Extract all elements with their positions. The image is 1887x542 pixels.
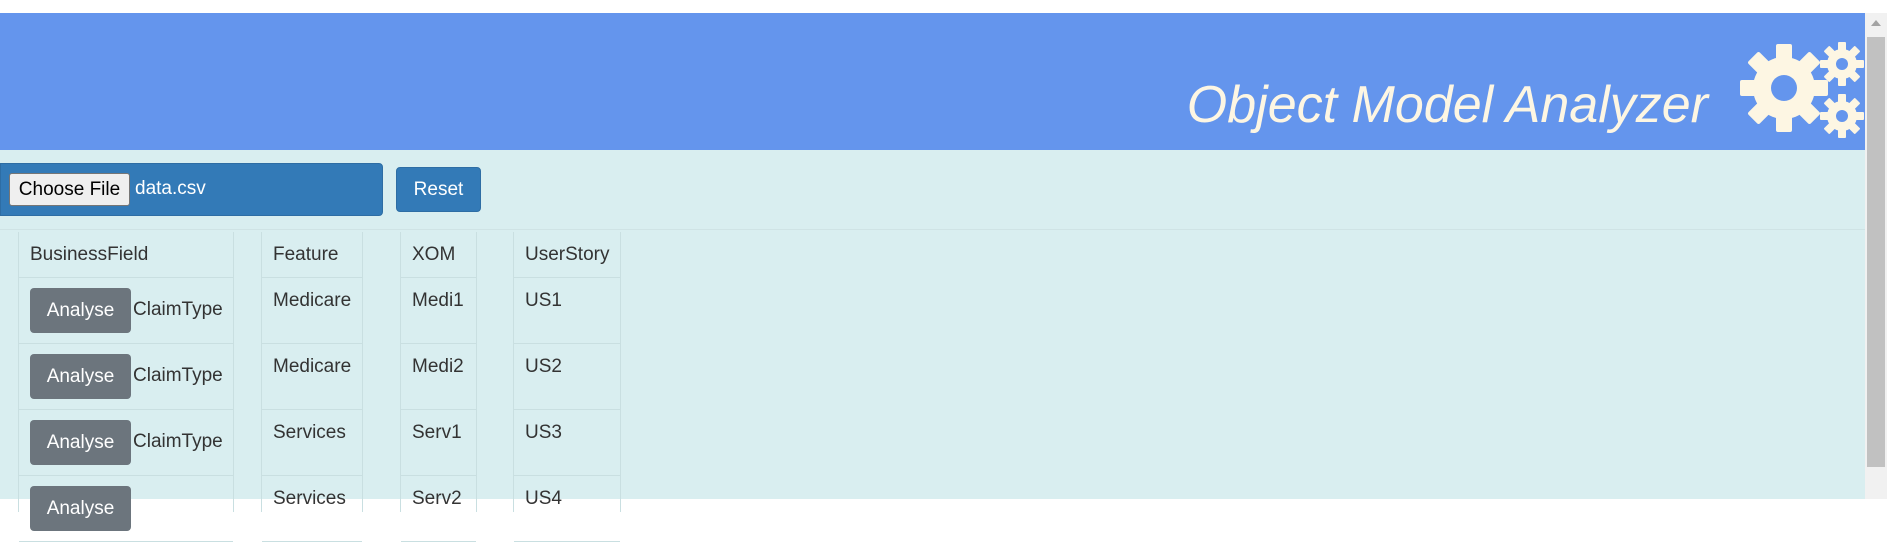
table-cell: Analyse ClaimType (19, 278, 233, 344)
header-banner: Object Model Analyzer (0, 13, 1865, 150)
analyse-button[interactable]: Analyse (30, 354, 131, 399)
divider (0, 229, 1865, 230)
selected-file-name: data.csv (135, 178, 206, 199)
business-field-value: ClaimType (133, 299, 223, 320)
xom-column: XOM Medi1 Medi2 Serv1 Serv2 (400, 232, 477, 542)
user-story-value: US1 (514, 278, 620, 344)
xom-value: Serv1 (401, 410, 476, 476)
page: Object Model Analyzer Choose File data.c… (0, 0, 1865, 542)
scroll-thumb[interactable] (1867, 37, 1885, 467)
business-field-value: ClaimType (133, 365, 223, 386)
vertical-scrollbar[interactable] (1865, 13, 1887, 499)
xom-value: Medi1 (401, 278, 476, 344)
reset-button[interactable]: Reset (396, 167, 481, 212)
choose-file-button[interactable]: Choose File (9, 173, 130, 206)
business-field-column: BusinessField Analyse ClaimType Analyse … (18, 232, 234, 542)
feature-value: Medicare (262, 344, 362, 410)
user-story-column: UserStory US1 US2 US3 US4 (513, 232, 621, 542)
scroll-up-arrow-icon[interactable] (1871, 20, 1881, 26)
gears-icon (1740, 42, 1864, 138)
file-input-group: Choose File data.csv (0, 163, 383, 216)
feature-value: Services (262, 410, 362, 476)
analyse-button[interactable]: Analyse (30, 288, 131, 333)
user-story-value: US4 (514, 476, 620, 542)
user-story-value: US3 (514, 410, 620, 476)
feature-column: Feature Medicare Medicare Services Servi… (261, 232, 363, 542)
table-cell: Analyse ClaimType (19, 410, 233, 476)
app-title: Object Model Analyzer (1186, 76, 1708, 134)
table-cell: Analyse ClaimType (19, 344, 233, 410)
analyse-button[interactable]: Analyse (30, 420, 131, 465)
feature-value: Medicare (262, 278, 362, 344)
column-header-xom: XOM (401, 232, 476, 278)
xom-value: Serv2 (401, 476, 476, 542)
column-header-feature: Feature (262, 232, 362, 278)
column-header-businessfield: BusinessField (19, 232, 233, 278)
column-header-userstory: UserStory (514, 232, 620, 278)
xom-value: Medi2 (401, 344, 476, 410)
user-story-value: US2 (514, 344, 620, 410)
business-field-value: ClaimType (133, 431, 223, 452)
analyse-button[interactable]: Analyse (30, 486, 131, 531)
feature-value: Services (262, 476, 362, 542)
table-cell: Analyse (19, 476, 233, 542)
